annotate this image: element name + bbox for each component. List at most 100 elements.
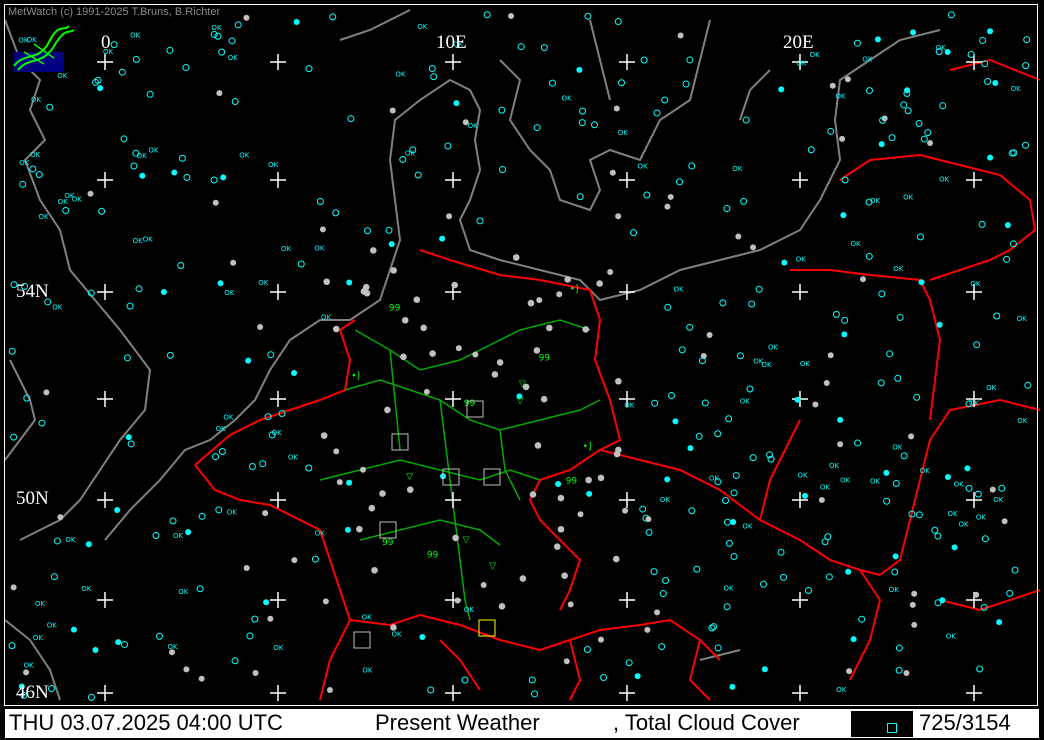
overcast-icon [750,244,757,251]
clear-sky-icon [978,220,986,228]
few-clouds-icon [687,445,694,452]
clear-sky-icon [29,165,37,173]
clear-sky-icon [50,573,58,581]
clear-sky-icon [234,21,242,29]
clear-sky-icon [732,472,740,480]
clear-sky-icon [259,460,267,468]
lat-lon-grid [97,54,982,701]
cavok-icon: OK [57,72,68,80]
overcast-icon [827,352,834,359]
grid-cross [619,685,635,701]
grid-cross [97,391,113,407]
clear-sky-icon [579,107,587,115]
few-clouds-icon [883,469,890,476]
cavok-icon: OK [288,453,299,461]
cavok-icon: OK [958,520,969,528]
weather-map[interactable]: OK99OKOKOK•]OK99OKOKOKOKOKOKOKOKOKOKOK▽O… [0,0,1044,706]
cavok-icon: OK [224,289,235,297]
clear-sky-icon [1011,566,1019,574]
clear-sky-icon [667,391,675,399]
clear-sky-icon [981,535,989,543]
cavok-icon: OK [939,176,950,184]
clear-sky-icon [742,116,750,124]
cavok-icon: OK [798,472,809,480]
clear-sky-icon [645,528,653,536]
cavok-icon: OK [893,265,904,273]
grid-cross [619,492,635,508]
precipitation-icon: ▽ [406,472,413,482]
overcast-icon [360,466,367,473]
clear-sky-icon [584,12,592,20]
clear-sky-icon [651,399,659,407]
cavok-icon: OK [946,632,957,640]
clear-sky-icon [640,56,648,64]
clear-sky-icon [722,496,730,504]
clear-sky-icon [600,674,608,682]
clear-sky-icon [643,191,651,199]
clear-sky-icon [662,577,670,585]
few-clouds-icon [778,86,785,93]
clear-sky-icon [461,676,469,684]
cavok-icon: OK [27,36,38,44]
cavok-icon: OK [836,92,847,100]
overcast-icon [534,442,542,449]
clear-sky-icon [825,573,833,581]
overcast-icon [243,14,250,21]
clear-sky-icon [888,134,896,142]
longitude-label: 0 [101,32,111,53]
clear-sky-icon [166,46,174,54]
few-clouds-icon [918,279,925,286]
station-box-icon [483,468,501,486]
few-clouds-icon [992,80,999,87]
few-clouds-icon [346,479,353,486]
clear-sky-icon [832,310,840,318]
clear-sky-icon [46,103,54,111]
clear-sky-icon [639,505,647,513]
clear-sky-icon [730,489,738,497]
overcast-icon [839,135,846,142]
overcast-icon [429,350,436,357]
clear-sky-icon [499,166,507,174]
longitude-label: 10E [436,32,467,53]
overcast-icon [446,213,453,220]
few-clouds-icon [171,169,178,176]
overcast-icon [423,388,430,395]
clear-sky-icon [693,565,701,573]
few-clouds-icon [245,357,252,364]
few-clouds-icon [987,154,994,161]
overcast-icon [527,299,535,307]
overcast-icon [596,280,603,287]
longitude-label: 20E [783,32,814,53]
precipitation-icon: ▽ [463,536,470,546]
cavok-icon: OK [362,613,373,621]
clear-sky-icon [714,644,722,652]
clear-sky-icon [178,154,186,162]
clear-sky-square-icon [887,723,897,733]
clear-sky-icon [688,162,696,170]
clear-sky-icon [900,452,908,460]
clear-sky-icon [695,432,703,440]
cavok-icon: OK [281,245,292,253]
grid-cross [270,391,286,407]
cavok-icon: OK [840,477,851,485]
copyright-label: MetWatch (c) 1991-2025 T.Bruns, B.Richte… [8,6,221,18]
cavok-icon: OK [211,24,222,32]
overcast-icon [512,254,520,261]
clear-sky-icon [19,180,27,188]
clear-sky-icon [934,532,942,540]
few-clouds-icon [802,492,809,499]
overcast-icon [262,510,269,517]
grid-cross [792,592,808,608]
clear-sky-icon [777,548,785,556]
overcast-icon [597,636,604,643]
clear-sky-icon [215,506,223,514]
few-clouds-icon [291,370,298,377]
few-clouds-icon [160,289,167,296]
overcast-icon [597,474,605,482]
cavok-icon: OK [39,213,50,221]
overcast-icon [664,203,671,210]
clear-sky-icon [8,347,16,355]
cavok-icon: OK [724,585,735,593]
few-clouds-icon [1004,222,1011,229]
clear-sky-icon [166,351,174,359]
